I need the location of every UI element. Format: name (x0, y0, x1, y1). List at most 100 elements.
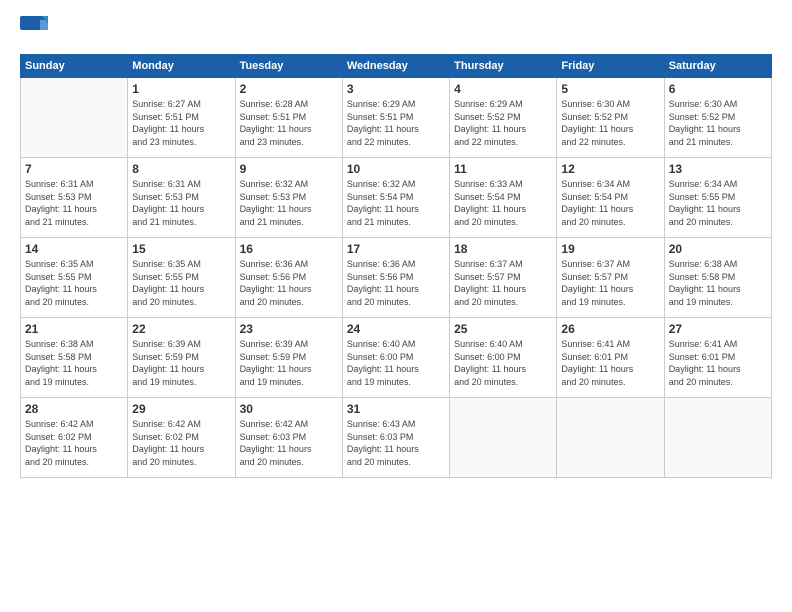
calendar-week-row: 7Sunrise: 6:31 AM Sunset: 5:53 PM Daylig… (21, 158, 772, 238)
day-number: 29 (132, 402, 230, 416)
day-info: Sunrise: 6:29 AM Sunset: 5:52 PM Dayligh… (454, 98, 552, 148)
day-info: Sunrise: 6:30 AM Sunset: 5:52 PM Dayligh… (561, 98, 659, 148)
calendar-cell: 6 Sunrise: 6:30 AM Sunset: 5:52 PM Daylig… (664, 78, 771, 158)
day-number: 10 (347, 162, 445, 176)
calendar-cell: 8 Sunrise: 6:31 AM Sunset: 5:53 PM Daylig… (128, 158, 235, 238)
day-info: Sunrise: 6:36 AM Sunset: 5:56 PM Dayligh… (240, 258, 338, 308)
calendar-cell: 5 Sunrise: 6:30 AM Sunset: 5:52 PM Daylig… (557, 78, 664, 158)
day-number: 19 (561, 242, 659, 256)
day-info: Sunrise: 6:35 AM Sunset: 5:55 PM Dayligh… (25, 258, 123, 308)
calendar-cell: 2 Sunrise: 6:28 AM Sunset: 5:51 PM Daylig… (235, 78, 342, 158)
calendar-cell: 22 Sunrise: 6:39 AM Sunset: 5:59 PM Dayli… (128, 318, 235, 398)
day-of-week-header: Friday (557, 55, 664, 78)
day-info: Sunrise: 6:38 AM Sunset: 5:58 PM Dayligh… (669, 258, 767, 308)
calendar-cell: 9Sunrise: 6:32 AM Sunset: 5:53 PM Daylig… (235, 158, 342, 238)
day-info: Sunrise: 6:40 AM Sunset: 6:00 PM Dayligh… (347, 338, 445, 388)
day-info: Sunrise: 6:36 AM Sunset: 5:56 PM Dayligh… (347, 258, 445, 308)
day-number: 8 (132, 162, 230, 176)
calendar-cell (557, 398, 664, 478)
calendar-cell: 23 Sunrise: 6:39 AM Sunset: 5:59 PM Dayli… (235, 318, 342, 398)
day-number: 14 (25, 242, 123, 256)
day-number: 13 (669, 162, 767, 176)
header (20, 16, 772, 44)
calendar-cell: 28Sunrise: 6:42 AM Sunset: 6:02 PM Dayli… (21, 398, 128, 478)
calendar-cell (664, 398, 771, 478)
day-info: Sunrise: 6:34 AM Sunset: 5:54 PM Dayligh… (561, 178, 659, 228)
calendar-cell: 17 Sunrise: 6:36 AM Sunset: 5:56 PM Dayli… (342, 238, 449, 318)
day-of-week-header: Tuesday (235, 55, 342, 78)
calendar-cell: 30Sunrise: 6:42 AM Sunset: 6:03 PM Dayli… (235, 398, 342, 478)
calendar-cell (21, 78, 128, 158)
day-info: Sunrise: 6:30 AM Sunset: 5:52 PM Dayligh… (669, 98, 767, 148)
day-of-week-header: Sunday (21, 55, 128, 78)
day-info: Sunrise: 6:27 AM Sunset: 5:51 PM Dayligh… (132, 98, 230, 148)
calendar-cell: 16 Sunrise: 6:36 AM Sunset: 5:56 PM Dayli… (235, 238, 342, 318)
day-info: Sunrise: 6:37 AM Sunset: 5:57 PM Dayligh… (454, 258, 552, 308)
day-number: 31 (347, 402, 445, 416)
day-of-week-header: Saturday (664, 55, 771, 78)
calendar-cell: 13 Sunrise: 6:34 AM Sunset: 5:55 PM Dayli… (664, 158, 771, 238)
day-info: Sunrise: 6:42 AM Sunset: 6:03 PM Dayligh… (240, 418, 338, 468)
day-info: Sunrise: 6:41 AM Sunset: 6:01 PM Dayligh… (561, 338, 659, 388)
calendar-cell: 11 Sunrise: 6:33 AM Sunset: 5:54 PM Dayli… (450, 158, 557, 238)
day-info: Sunrise: 6:41 AM Sunset: 6:01 PM Dayligh… (669, 338, 767, 388)
calendar-cell: 1 Sunrise: 6:27 AM Sunset: 5:51 PM Daylig… (128, 78, 235, 158)
calendar-cell: 3Sunrise: 6:29 AM Sunset: 5:51 PM Daylig… (342, 78, 449, 158)
day-number: 6 (669, 82, 767, 96)
calendar-cell: 29 Sunrise: 6:42 AM Sunset: 6:02 PM Dayli… (128, 398, 235, 478)
calendar-cell: 19 Sunrise: 6:37 AM Sunset: 5:57 PM Dayli… (557, 238, 664, 318)
day-info: Sunrise: 6:40 AM Sunset: 6:00 PM Dayligh… (454, 338, 552, 388)
day-info: Sunrise: 6:43 AM Sunset: 6:03 PM Dayligh… (347, 418, 445, 468)
calendar-cell (450, 398, 557, 478)
day-info: Sunrise: 6:34 AM Sunset: 5:55 PM Dayligh… (669, 178, 767, 228)
day-number: 5 (561, 82, 659, 96)
day-number: 17 (347, 242, 445, 256)
day-of-week-header: Thursday (450, 55, 557, 78)
calendar-cell: 18 Sunrise: 6:37 AM Sunset: 5:57 PM Dayli… (450, 238, 557, 318)
day-info: Sunrise: 6:35 AM Sunset: 5:55 PM Dayligh… (132, 258, 230, 308)
calendar-header-row: SundayMondayTuesdayWednesdayThursdayFrid… (21, 55, 772, 78)
day-info: Sunrise: 6:33 AM Sunset: 5:54 PM Dayligh… (454, 178, 552, 228)
calendar-cell: 14 Sunrise: 6:35 AM Sunset: 5:55 PM Dayli… (21, 238, 128, 318)
day-number: 1 (132, 82, 230, 96)
day-info: Sunrise: 6:39 AM Sunset: 5:59 PM Dayligh… (132, 338, 230, 388)
day-info: Sunrise: 6:29 AM Sunset: 5:51 PM Dayligh… (347, 98, 445, 148)
day-info: Sunrise: 6:31 AM Sunset: 5:53 PM Dayligh… (132, 178, 230, 228)
day-number: 4 (454, 82, 552, 96)
day-info: Sunrise: 6:37 AM Sunset: 5:57 PM Dayligh… (561, 258, 659, 308)
calendar-cell: 25Sunrise: 6:40 AM Sunset: 6:00 PM Dayli… (450, 318, 557, 398)
calendar-week-row: 1 Sunrise: 6:27 AM Sunset: 5:51 PM Daylig… (21, 78, 772, 158)
day-info: Sunrise: 6:31 AM Sunset: 5:53 PM Dayligh… (25, 178, 123, 228)
day-number: 9 (240, 162, 338, 176)
calendar-cell: 4 Sunrise: 6:29 AM Sunset: 5:52 PM Daylig… (450, 78, 557, 158)
day-of-week-header: Wednesday (342, 55, 449, 78)
day-number: 11 (454, 162, 552, 176)
day-number: 18 (454, 242, 552, 256)
day-number: 15 (132, 242, 230, 256)
calendar-week-row: 28Sunrise: 6:42 AM Sunset: 6:02 PM Dayli… (21, 398, 772, 478)
day-number: 21 (25, 322, 123, 336)
calendar-cell: 26 Sunrise: 6:41 AM Sunset: 6:01 PM Dayli… (557, 318, 664, 398)
calendar-cell: 31 Sunrise: 6:43 AM Sunset: 6:03 PM Dayli… (342, 398, 449, 478)
calendar-table: SundayMondayTuesdayWednesdayThursdayFrid… (20, 54, 772, 478)
day-info: Sunrise: 6:28 AM Sunset: 5:51 PM Dayligh… (240, 98, 338, 148)
calendar-cell: 24Sunrise: 6:40 AM Sunset: 6:00 PM Dayli… (342, 318, 449, 398)
calendar-cell: 27Sunrise: 6:41 AM Sunset: 6:01 PM Dayli… (664, 318, 771, 398)
day-number: 22 (132, 322, 230, 336)
day-number: 16 (240, 242, 338, 256)
day-number: 23 (240, 322, 338, 336)
day-info: Sunrise: 6:38 AM Sunset: 5:58 PM Dayligh… (25, 338, 123, 388)
calendar-cell: 15 Sunrise: 6:35 AM Sunset: 5:55 PM Dayli… (128, 238, 235, 318)
calendar-cell: 7Sunrise: 6:31 AM Sunset: 5:53 PM Daylig… (21, 158, 128, 238)
logo (20, 16, 52, 44)
logo-icon (20, 16, 48, 44)
day-number: 26 (561, 322, 659, 336)
day-number: 12 (561, 162, 659, 176)
day-info: Sunrise: 6:39 AM Sunset: 5:59 PM Dayligh… (240, 338, 338, 388)
calendar-week-row: 14 Sunrise: 6:35 AM Sunset: 5:55 PM Dayli… (21, 238, 772, 318)
calendar-cell: 20Sunrise: 6:38 AM Sunset: 5:58 PM Dayli… (664, 238, 771, 318)
day-number: 2 (240, 82, 338, 96)
calendar-week-row: 21 Sunrise: 6:38 AM Sunset: 5:58 PM Dayli… (21, 318, 772, 398)
day-info: Sunrise: 6:42 AM Sunset: 6:02 PM Dayligh… (25, 418, 123, 468)
day-info: Sunrise: 6:42 AM Sunset: 6:02 PM Dayligh… (132, 418, 230, 468)
